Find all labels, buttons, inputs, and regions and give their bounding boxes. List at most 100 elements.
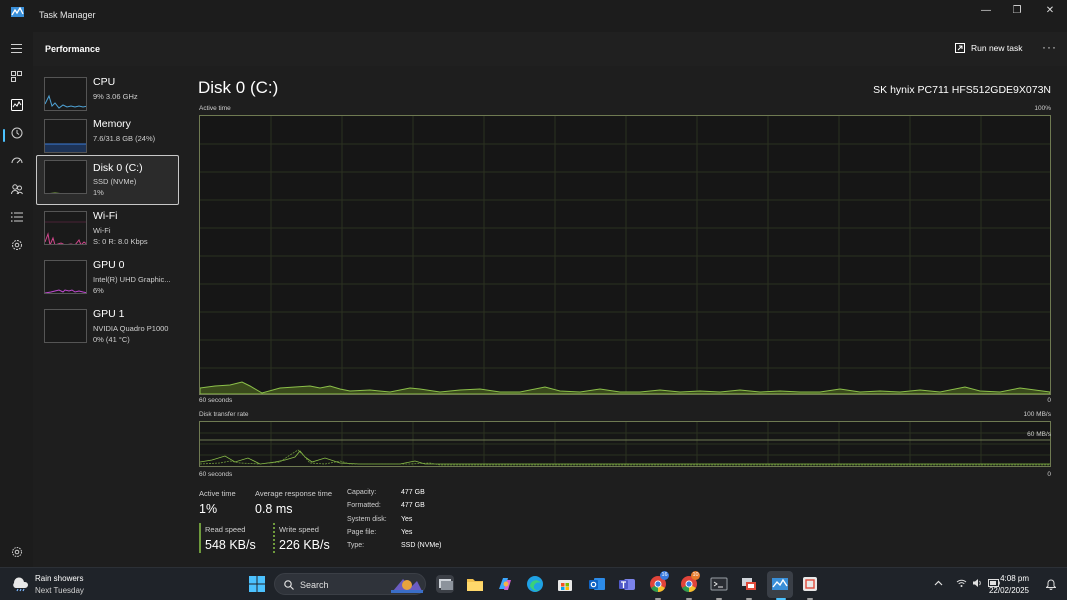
device-item-gpu-1[interactable]: GPU 1 NVIDIA Quadro P1000 0% (41 °C) (37, 306, 178, 354)
device-detail: NVIDIA Quadro P1000 (93, 324, 169, 333)
file-explorer-icon[interactable] (466, 575, 484, 593)
maximize-button[interactable]: ❐ (1005, 4, 1029, 18)
window-title: Task Manager (39, 10, 96, 20)
property-label: Formatted: (347, 502, 381, 509)
chrome-profile-badge: 10 (691, 571, 700, 580)
device-item-wifi[interactable]: Wi-Fi Wi-Fi S: 0 R: 8.0 Kbps (37, 208, 178, 256)
disk-thumbnail-graph (44, 160, 87, 194)
write-speed-label: Write speed (279, 525, 319, 534)
microsoft-store-icon[interactable] (556, 575, 574, 593)
weather-condition: Rain showers (35, 574, 84, 583)
task-manager-taskbar-icon[interactable] (771, 575, 789, 593)
app-history-icon[interactable] (8, 124, 25, 141)
property-value: Yes (401, 516, 413, 523)
chrome-profile-icon[interactable]: 10 (680, 571, 700, 593)
memory-thumbnail-graph (44, 119, 87, 153)
write-speed-value: 226 KB/s (279, 538, 330, 552)
device-detail: 7.6/31.8 GB (24%) (93, 134, 156, 143)
hamburger-menu-icon[interactable] (8, 40, 25, 57)
active-time-axis-end: 0 (1047, 397, 1051, 404)
device-item-gpu-0[interactable]: GPU 0 Intel(R) UHD Graphic... 6% (37, 257, 178, 305)
disk-title: Disk 0 (C:) (198, 78, 279, 97)
task-view-icon[interactable] (436, 575, 454, 593)
run-task-icon (955, 43, 965, 53)
device-detail: SSD (NVMe) (93, 177, 137, 186)
device-name: GPU 0 (93, 259, 125, 271)
read-speed-value: 548 KB/s (205, 538, 256, 552)
teams-icon[interactable] (618, 575, 636, 593)
details-icon[interactable] (8, 208, 25, 225)
active-nav-indicator (3, 129, 5, 142)
users-icon[interactable] (8, 180, 25, 197)
write-speed-marker (273, 523, 275, 553)
search-highlight-icon (391, 579, 423, 593)
page-title: Performance (45, 44, 101, 54)
title-bar: Task Manager — ❐ ✕ (0, 0, 1067, 32)
read-speed-label: Read speed (205, 525, 246, 534)
close-button[interactable]: ✕ (1038, 4, 1062, 18)
property-label: Page file: (347, 529, 377, 536)
wifi-icon[interactable] (956, 578, 967, 588)
page-header: Performance Run new task ··· (33, 32, 1067, 66)
snipping-tool-icon[interactable] (801, 575, 819, 593)
run-new-task-button[interactable]: Run new task (955, 41, 1023, 55)
read-speed-marker (199, 523, 201, 553)
property-value: Yes (401, 529, 413, 536)
gpu-0-thumbnail-graph (44, 260, 87, 294)
terminal-icon[interactable] (710, 575, 728, 593)
device-usage: 6% (93, 286, 104, 295)
active-time-graph (199, 115, 1051, 395)
active-time-max-label: 100% (1034, 105, 1051, 112)
transfer-rate-graph (199, 421, 1051, 467)
more-options-button[interactable]: ··· (1042, 40, 1057, 54)
weather-forecast-day: Next Tuesday (35, 586, 84, 595)
transfer-rate-axis-end: 0 (1047, 471, 1051, 478)
rain-cloud-icon (13, 577, 28, 592)
run-new-task-label: Run new task (971, 43, 1023, 53)
services-icon[interactable] (8, 236, 25, 253)
volume-icon[interactable] (972, 578, 983, 588)
device-item-cpu[interactable]: CPU 9% 3.06 GHz (37, 74, 178, 122)
startup-apps-icon[interactable] (8, 152, 25, 169)
device-name: Disk 0 (C:) (93, 162, 143, 174)
settings-gear-icon[interactable] (8, 543, 25, 560)
property-label: Type: (347, 542, 365, 549)
copilot-icon[interactable] (496, 575, 514, 593)
taskbar-search-box[interactable]: Search (274, 573, 426, 595)
performance-panel: CPU 9% 3.06 GHz Memory 7.6/31.8 GB (24%)… (33, 66, 1067, 567)
clock-time[interactable]: 4:08 pm (1000, 574, 1029, 583)
device-name: Memory (93, 118, 131, 130)
device-detail: Wi-Fi (93, 226, 111, 235)
windows-start-icon[interactable] (249, 576, 265, 592)
performance-icon[interactable] (8, 96, 25, 113)
transfer-rate-max-label: 100 MB/s (1023, 411, 1051, 418)
notifications-bell-icon[interactable] (1046, 579, 1056, 590)
taskbar: Rain showers Next Tuesday Search 16 10 4… (0, 567, 1067, 600)
active-time-graph-label: Active time (199, 105, 231, 112)
chrome-notification-badge: 16 (660, 571, 669, 580)
device-detail: Intel(R) UHD Graphic... (93, 275, 171, 284)
edge-browser-icon[interactable] (526, 575, 544, 593)
search-placeholder: Search (300, 580, 329, 590)
transfer-rate-mid-label: 60 MB/s (1027, 431, 1051, 438)
active-time-stat-label: Active time (199, 489, 236, 498)
device-usage: 0% (41 °C) (93, 335, 130, 344)
transfer-rate-graph-label: Disk transfer rate (199, 411, 249, 418)
disk-model: SK hynix PC711 HFS512GDE9X073N (873, 84, 1051, 96)
processes-icon[interactable] (8, 68, 25, 85)
transfer-rate-axis-start: 60 seconds (199, 471, 233, 478)
device-name: GPU 1 (93, 308, 125, 320)
device-detail: 9% 3.06 GHz (93, 92, 138, 101)
clock-date[interactable]: 22/02/2025 (989, 586, 1029, 595)
device-name: Wi-Fi (93, 210, 118, 222)
show-hidden-icons-chevron-icon[interactable] (934, 580, 943, 586)
outlook-icon[interactable] (588, 575, 606, 593)
wifi-thumbnail-graph (44, 211, 87, 245)
device-item-disk-0[interactable]: Disk 0 (C:) SSD (NVMe) 1% (36, 155, 179, 205)
minimize-button[interactable]: — (974, 4, 998, 18)
device-usage: S: 0 R: 8.0 Kbps (93, 237, 148, 246)
remote-desktop-icon[interactable] (740, 575, 758, 593)
chrome-browser-icon[interactable]: 16 (649, 571, 669, 593)
navigation-rail (0, 32, 33, 567)
search-icon (284, 580, 294, 590)
